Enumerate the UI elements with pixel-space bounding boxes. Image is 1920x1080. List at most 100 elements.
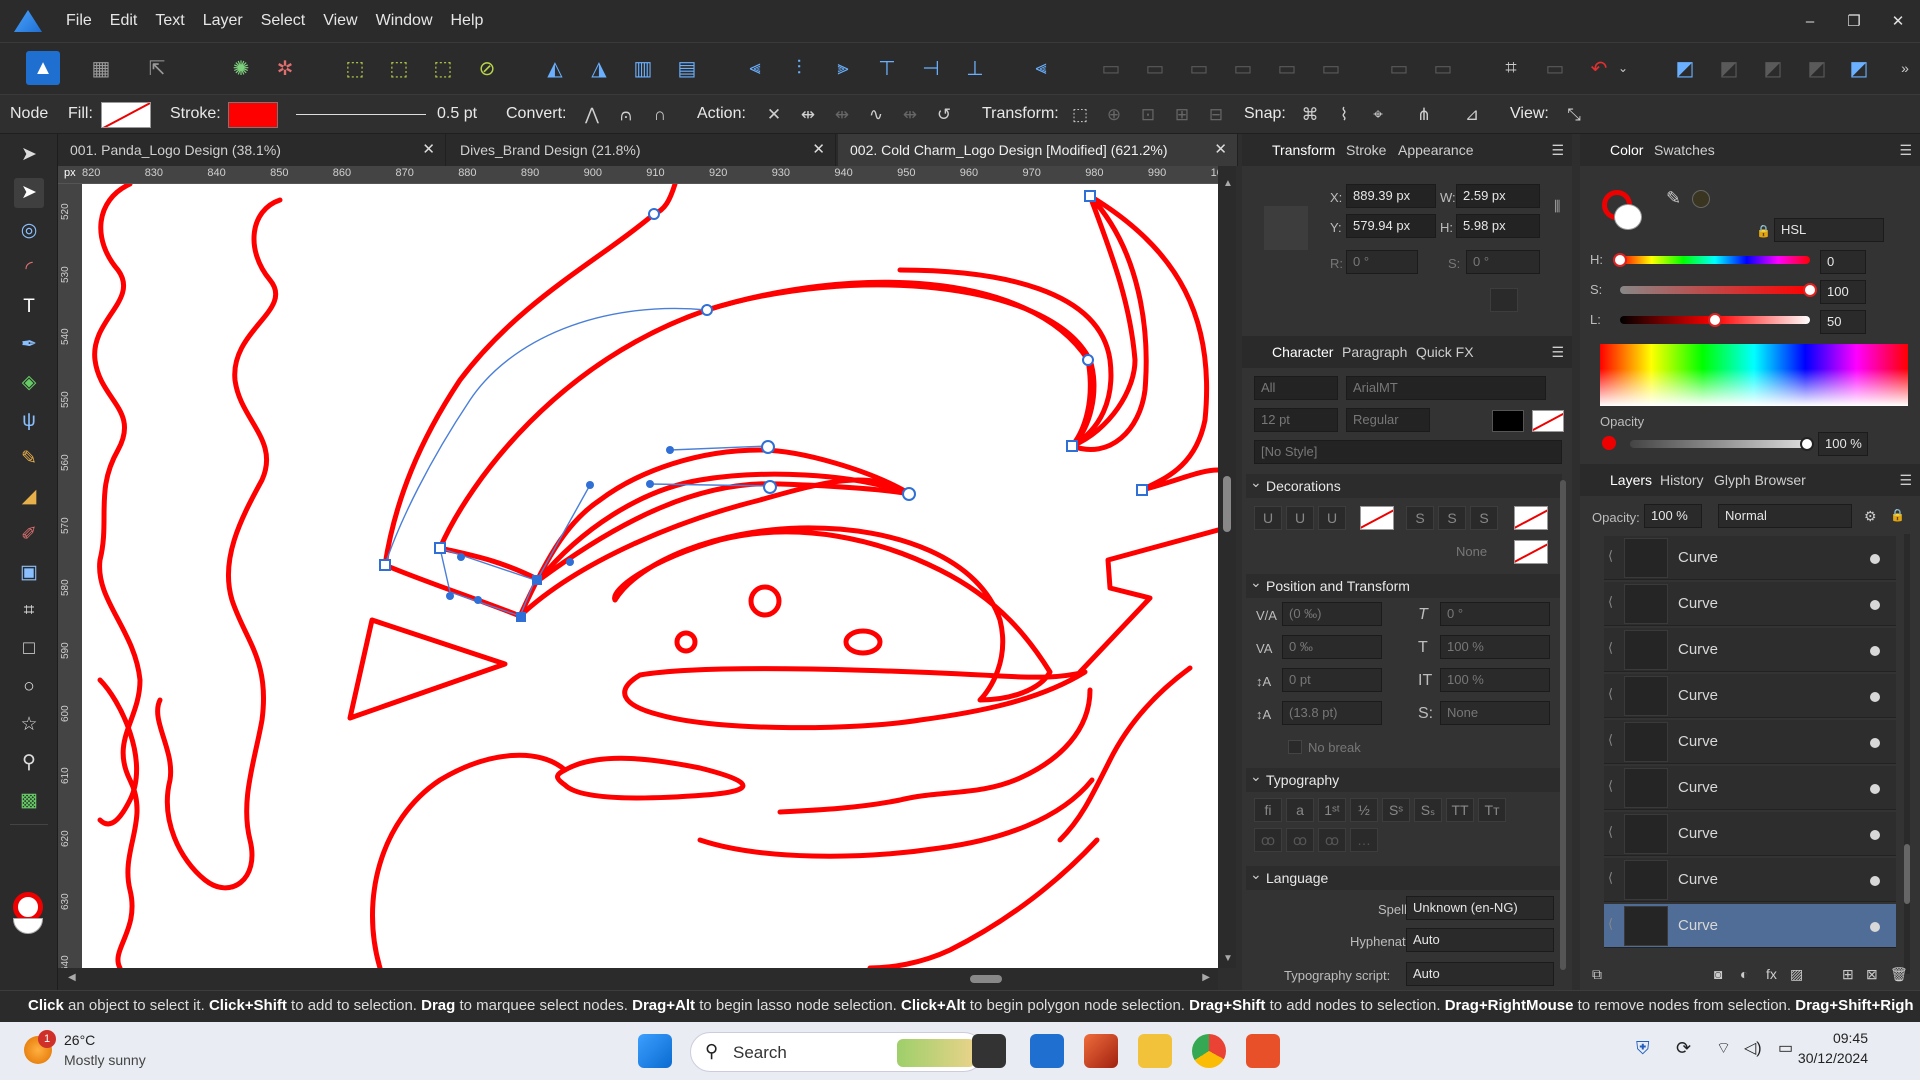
tab-transform[interactable]: Transform bbox=[1272, 142, 1335, 158]
scroll-thumb[interactable] bbox=[1223, 476, 1231, 532]
tab-layers[interactable]: Layers bbox=[1610, 472, 1652, 488]
clock-time[interactable]: 09:45 bbox=[1833, 1030, 1868, 1046]
control-handle[interactable] bbox=[446, 592, 454, 600]
underline-color-swatch[interactable] bbox=[1360, 506, 1394, 530]
picked-color-swatch[interactable] bbox=[1692, 190, 1710, 208]
reverse-icon[interactable]: ↺ bbox=[932, 103, 956, 127]
shape-builder-icon[interactable]: ◈ bbox=[14, 368, 44, 398]
text-style-select[interactable]: [No Style] bbox=[1254, 440, 1562, 464]
chrome-icon[interactable] bbox=[1192, 1034, 1226, 1068]
hue-knob[interactable] bbox=[1613, 253, 1627, 267]
break-curve-icon[interactable]: ✕ bbox=[762, 103, 786, 127]
layer-opacity-field[interactable]: 100 % bbox=[1644, 504, 1702, 528]
file-explorer-icon[interactable] bbox=[1138, 1034, 1172, 1068]
layers-scrollbar[interactable] bbox=[1904, 534, 1910, 974]
typography-script-select[interactable]: Auto bbox=[1406, 962, 1554, 986]
node-point[interactable] bbox=[701, 304, 713, 316]
control-handle[interactable] bbox=[474, 596, 482, 604]
snap-guides-icon[interactable]: ⋔ bbox=[1412, 103, 1436, 127]
menu-layer[interactable]: Layer bbox=[203, 12, 243, 30]
pixel-layer-icon[interactable]: ⊠ bbox=[1866, 966, 1878, 983]
deselect-icon[interactable]: ⊘ bbox=[470, 51, 504, 85]
layer-visibility-icon[interactable] bbox=[1870, 830, 1880, 840]
star-tool-icon[interactable]: ☆ bbox=[14, 710, 44, 740]
tab-paragraph[interactable]: Paragraph bbox=[1342, 344, 1407, 360]
tab-character[interactable]: Character bbox=[1272, 344, 1333, 360]
tab-appearance[interactable]: Appearance bbox=[1398, 142, 1474, 158]
layer-row[interactable]: ⟨ Curve bbox=[1604, 582, 1896, 626]
menu-help[interactable]: Help bbox=[451, 12, 484, 30]
layer-row[interactable]: ⟨ Curve bbox=[1604, 674, 1896, 718]
lock-icon[interactable]: 🔒 bbox=[1756, 224, 1771, 238]
tab-color[interactable]: Color bbox=[1610, 142, 1643, 158]
menu-view[interactable]: View bbox=[323, 12, 357, 30]
layer-visibility-icon[interactable] bbox=[1870, 554, 1880, 564]
smooth-node-icon[interactable]: ⩀ bbox=[614, 103, 638, 127]
affinity-designer-taskbar-icon[interactable] bbox=[1030, 1034, 1064, 1068]
align-left-icon[interactable]: ⫷ bbox=[738, 51, 772, 85]
layer-visibility-icon[interactable] bbox=[1870, 922, 1880, 932]
battery-icon[interactable]: ▭ bbox=[1778, 1038, 1793, 1058]
layer-visibility-icon[interactable] bbox=[1870, 600, 1880, 610]
font-select[interactable]: ArialMT bbox=[1346, 376, 1546, 400]
layer-row[interactable]: ⟨ Curve bbox=[1604, 858, 1896, 902]
transparency-tool-icon[interactable]: ✐ bbox=[14, 520, 44, 550]
opacity-field[interactable]: 100 % bbox=[1818, 432, 1868, 456]
color-spectrum[interactable] bbox=[1600, 344, 1908, 406]
insert-target-icon[interactable]: ⌗ bbox=[1494, 51, 1528, 85]
ordinals-icon[interactable]: 1ˢᵗ bbox=[1318, 798, 1346, 822]
task-view-icon[interactable] bbox=[972, 1034, 1006, 1068]
fractions-icon[interactable]: ½ bbox=[1350, 798, 1378, 822]
restore-button[interactable]: ❐ bbox=[1832, 12, 1876, 30]
tab-glyph-browser[interactable]: Glyph Browser bbox=[1714, 472, 1806, 488]
control-handle[interactable] bbox=[666, 446, 674, 454]
node-point[interactable] bbox=[1066, 440, 1078, 452]
node-point[interactable] bbox=[379, 559, 391, 571]
ligatures-icon[interactable]: fi bbox=[1254, 798, 1282, 822]
opacity-knob[interactable] bbox=[1800, 437, 1814, 451]
layer-expand-icon[interactable]: ⟨ bbox=[1608, 778, 1613, 794]
minimize-button[interactable]: – bbox=[1788, 13, 1832, 30]
vscale-field[interactable]: 100 % bbox=[1440, 668, 1550, 692]
strikethrough-icon[interactable]: S bbox=[1406, 506, 1434, 530]
node-point[interactable] bbox=[761, 440, 775, 454]
move-tool-icon[interactable]: ➤ bbox=[14, 140, 44, 170]
tab-panda-logo[interactable]: 001. Panda_Logo Design (38.1%) ✕ bbox=[58, 134, 446, 166]
lightness-field[interactable]: 50 bbox=[1820, 310, 1866, 334]
fill-tool-icon[interactable]: ◢ bbox=[14, 482, 44, 512]
lightness-knob[interactable] bbox=[1708, 313, 1722, 327]
layer-visibility-icon[interactable] bbox=[1870, 738, 1880, 748]
vertical-ruler[interactable]: 520 530 540 550 560 570 580 590 600 610 620 630 640 bbox=[58, 184, 82, 968]
font-weight-select[interactable]: Regular bbox=[1346, 408, 1430, 432]
overflow-chevron-icon[interactable]: » bbox=[1888, 51, 1920, 85]
vertical-scrollbar[interactable]: ▲ ▼ bbox=[1218, 166, 1236, 968]
studio-link-icon[interactable]: ◩ bbox=[1842, 51, 1876, 85]
canvas[interactable] bbox=[82, 184, 1218, 968]
node-point[interactable] bbox=[1136, 484, 1148, 496]
menu-text[interactable]: Text bbox=[155, 12, 184, 30]
transform-origin-icon[interactable]: ⬚ bbox=[382, 51, 416, 85]
horizontal-scrollbar[interactable]: ◀ ▶ bbox=[58, 968, 1218, 990]
superscript-icon[interactable]: Sˢ bbox=[1382, 798, 1410, 822]
panel-menu-icon[interactable]: ☰ bbox=[1551, 344, 1564, 361]
layer-row[interactable]: ⟨ Curve bbox=[1604, 766, 1896, 810]
boolean-icon[interactable]: ⬚ bbox=[426, 51, 460, 85]
volume-icon[interactable]: ◁) bbox=[1744, 1038, 1762, 1058]
designer-persona-icon[interactable]: ▲ bbox=[26, 51, 60, 85]
clock-date[interactable]: 30/12/2024 bbox=[1798, 1050, 1868, 1066]
layer-visibility-icon[interactable] bbox=[1870, 692, 1880, 702]
layer-visibility-icon[interactable] bbox=[1870, 646, 1880, 656]
close-tab-icon[interactable]: ✕ bbox=[812, 134, 825, 166]
node-point[interactable] bbox=[1082, 354, 1094, 366]
rectangle-tool-icon[interactable]: □ bbox=[14, 634, 44, 664]
hscale-field[interactable]: 100 % bbox=[1440, 635, 1550, 659]
layer-row[interactable]: ⟨ Curve bbox=[1604, 720, 1896, 764]
tab-stroke[interactable]: Stroke bbox=[1346, 142, 1386, 158]
live-filter-icon[interactable]: ▨ bbox=[1790, 966, 1803, 983]
node-tool-icon[interactable]: ➤ bbox=[14, 178, 44, 208]
layer-row[interactable]: ⟨ Curve bbox=[1604, 628, 1896, 672]
layer-expand-icon[interactable]: ⟨ bbox=[1608, 686, 1613, 702]
stroke-width-value[interactable]: 0.5 pt bbox=[437, 105, 477, 123]
view-tool-icon[interactable]: ▩ bbox=[14, 786, 44, 816]
sharp-node-icon[interactable]: ⋀ bbox=[580, 103, 604, 127]
